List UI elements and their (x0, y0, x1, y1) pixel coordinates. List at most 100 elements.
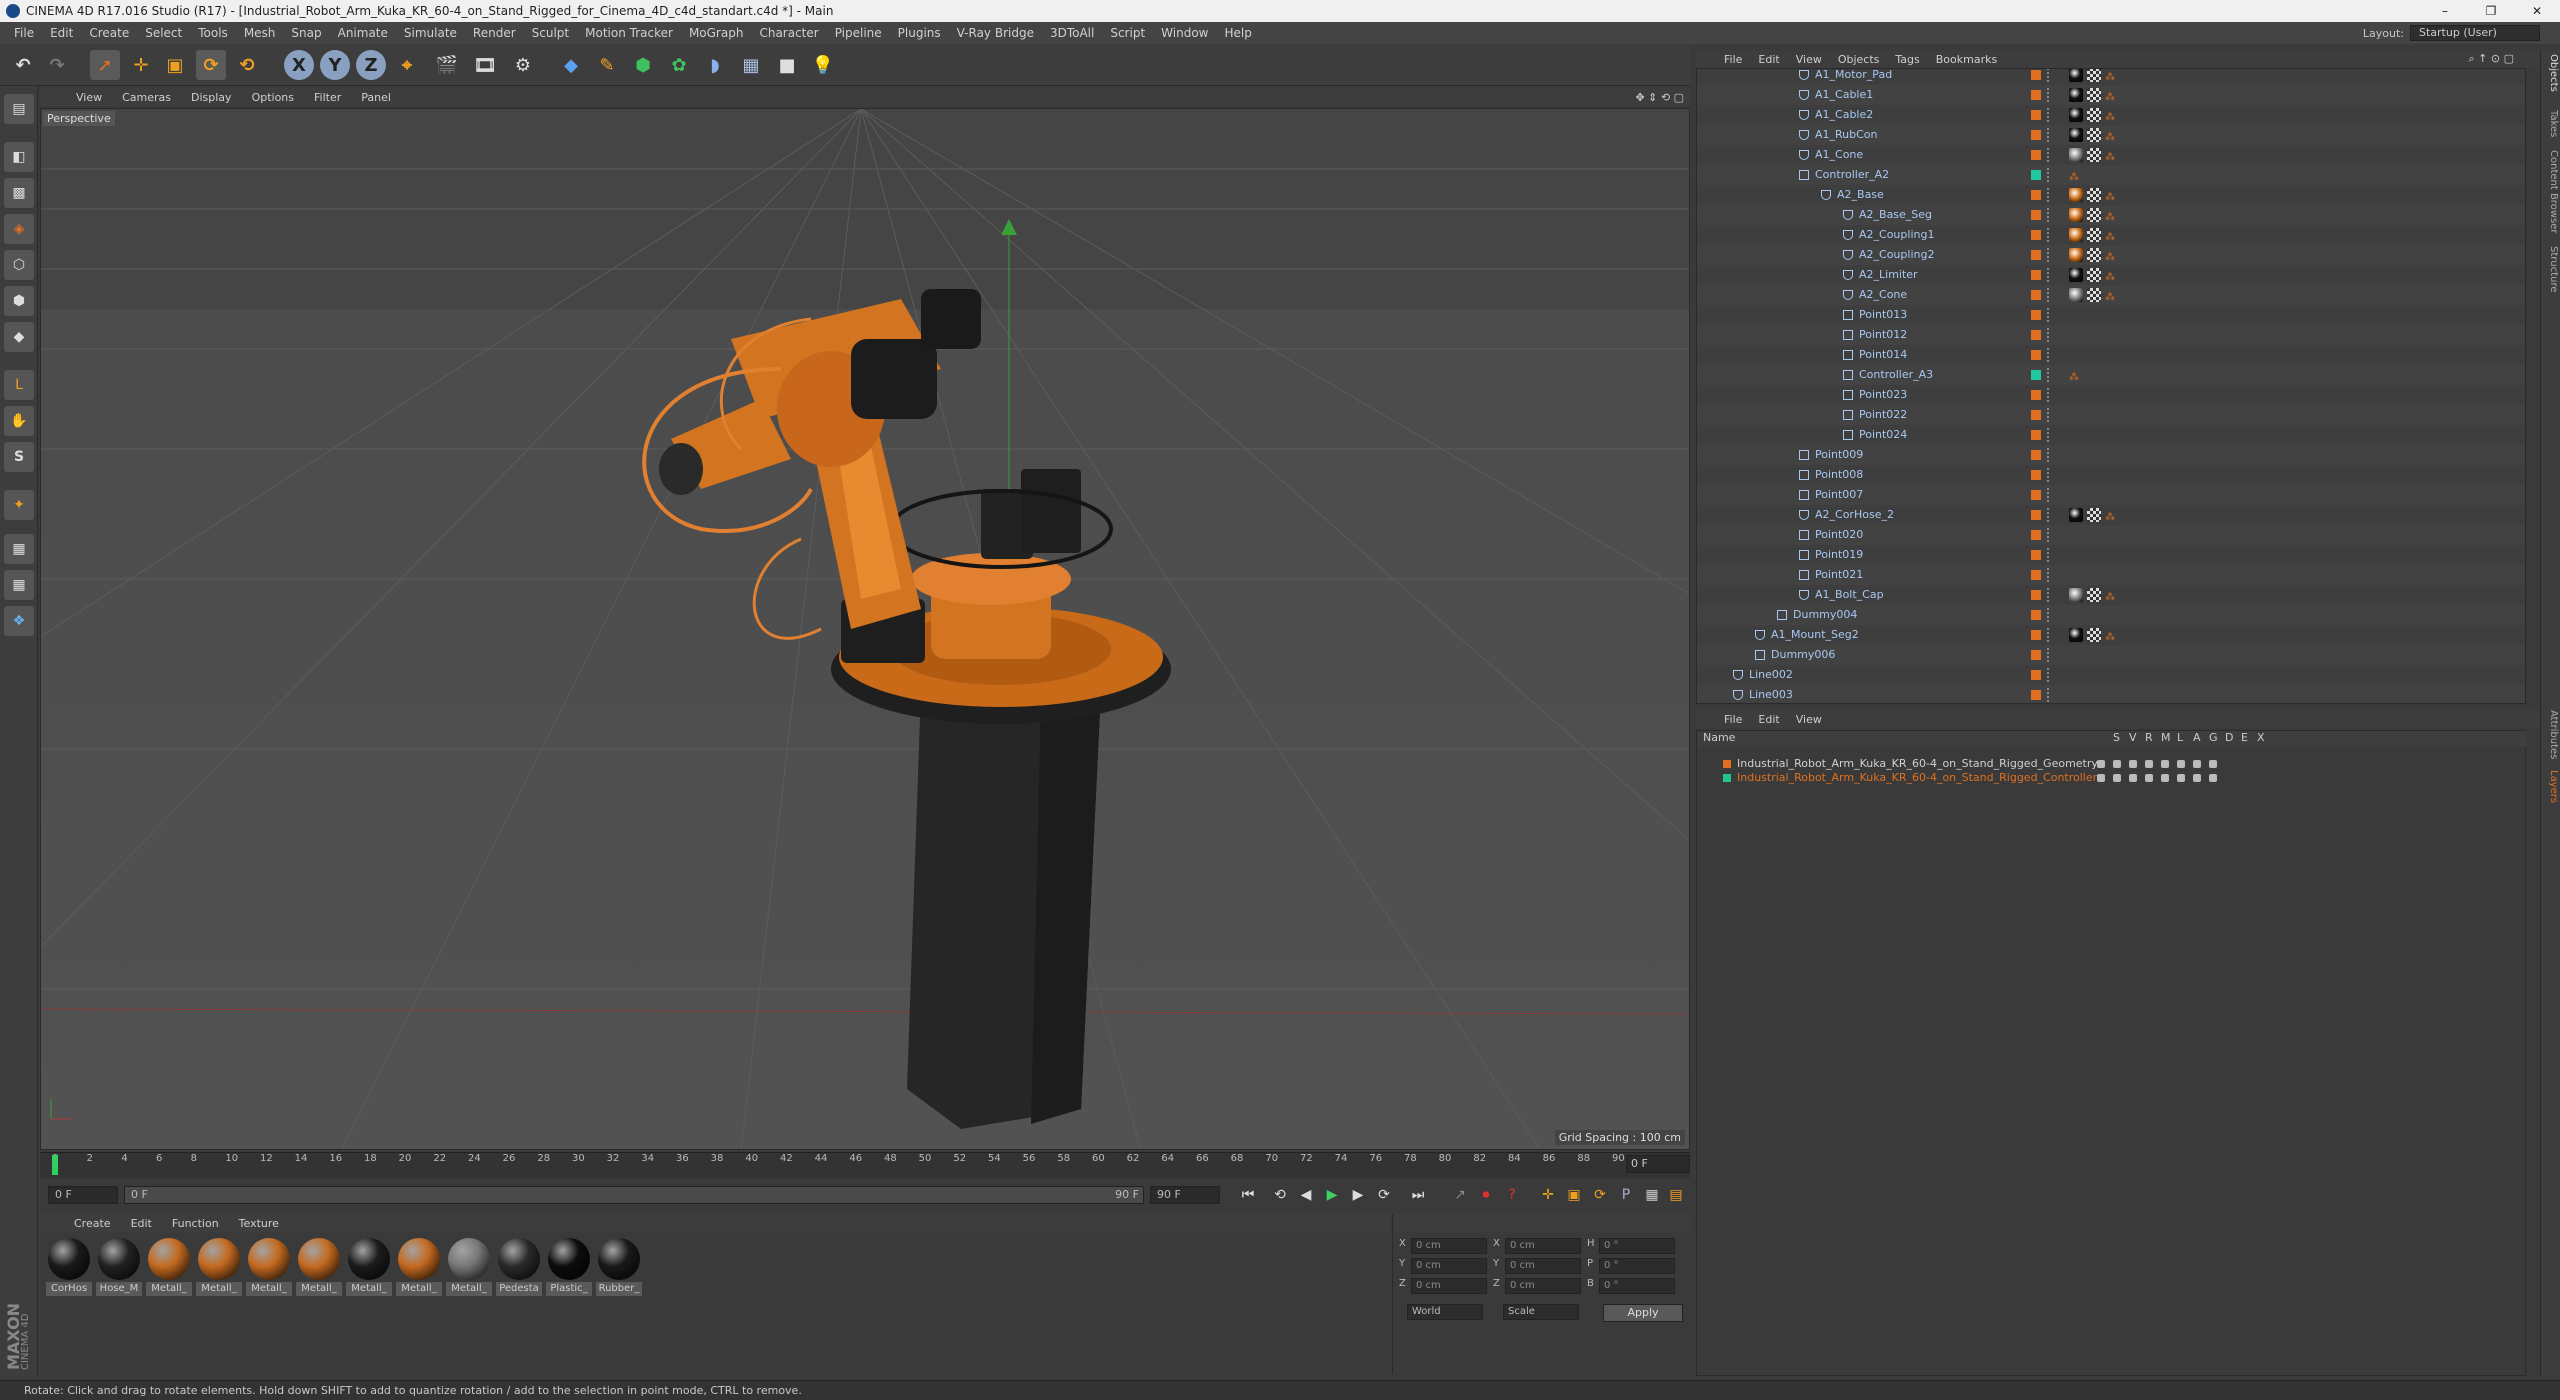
material-swatch[interactable]: Metall_ (346, 1238, 392, 1300)
key-param-icon[interactable]: P (1614, 1184, 1638, 1206)
material-tag-icon[interactable] (2069, 588, 2083, 602)
edges-mode-icon[interactable]: ⬢ (4, 286, 34, 316)
visibility-dots-icon[interactable] (2047, 348, 2053, 362)
uvw-tag-icon[interactable] (2087, 208, 2101, 222)
layer-flag-toggle[interactable] (2177, 760, 2185, 768)
protection-tag-icon[interactable]: ⁂ (2105, 208, 2119, 223)
material-swatch[interactable]: Metall_ (196, 1238, 242, 1300)
visibility-dots-icon[interactable] (2047, 448, 2053, 462)
move-icon[interactable]: ✛ (126, 50, 156, 80)
visibility-dots-icon[interactable] (2047, 568, 2053, 582)
cloner-icon[interactable]: ✿ (664, 50, 694, 80)
menu-pipeline[interactable]: Pipeline (827, 26, 890, 40)
layer-color-chip[interactable] (2031, 590, 2041, 600)
material-tag-icon[interactable] (2069, 288, 2083, 302)
protection-tag-icon[interactable]: ⁂ (2105, 228, 2119, 243)
spline-pen-icon[interactable]: ✎ (592, 50, 622, 80)
viewport-menu-cameras[interactable]: Cameras (112, 91, 181, 104)
play-icon[interactable]: ▶ (1320, 1184, 1344, 1206)
protection-tag-icon[interactable]: ⁂ (2069, 168, 2083, 183)
layer-flag-toggle[interactable] (2113, 774, 2121, 782)
layer-color-chip[interactable] (2031, 570, 2041, 580)
preview-range-slider[interactable]: 0 F 90 F (124, 1186, 1144, 1204)
subdivision-surface-icon[interactable]: ⬢ (628, 50, 658, 80)
perspective-viewport[interactable]: Perspective Grid Spacing : 100 cm (40, 108, 1690, 1150)
visibility-dots-icon[interactable] (2047, 288, 2053, 302)
object-tree-row[interactable]: Dummy004 (1697, 605, 2525, 625)
layer-row[interactable]: Industrial_Robot_Arm_Kuka_KR_60-4_on_Sta… (1697, 757, 2527, 771)
layer-color-chip[interactable] (2031, 310, 2041, 320)
lock-workplane-icon[interactable]: ✦ (4, 490, 34, 520)
x-axis-lock-button[interactable]: X (284, 50, 314, 80)
viewport-nav-icons[interactable]: ✥ ⇕ ⟲ ▢ (1635, 91, 1684, 104)
current-frame-field[interactable]: 0 F (1626, 1155, 1690, 1173)
uvw-tag-icon[interactable] (2087, 268, 2101, 282)
material-tag-icon[interactable] (2069, 88, 2083, 102)
protection-tag-icon[interactable]: ⁂ (2105, 88, 2119, 103)
protection-tag-icon[interactable]: ⁂ (2105, 588, 2119, 603)
layer-flag-toggle[interactable] (2129, 760, 2137, 768)
visibility-dots-icon[interactable] (2047, 468, 2053, 482)
object-tree-row[interactable]: Dummy006 (1697, 645, 2525, 665)
visibility-dots-icon[interactable] (2047, 69, 2053, 82)
layer-flag-toggle[interactable] (2193, 760, 2201, 768)
key-pla-icon[interactable]: ▦ (1640, 1184, 1664, 1206)
material-tag-icon[interactable] (2069, 208, 2083, 222)
visibility-dots-icon[interactable] (2047, 108, 2053, 122)
layer-color-chip[interactable] (2031, 290, 2041, 300)
menu-file[interactable]: File (6, 26, 42, 40)
object-tree-row[interactable]: A2_Coupling1 ⁂ (1697, 225, 2525, 245)
visibility-dots-icon[interactable] (2047, 308, 2053, 322)
layer-flag-toggle[interactable] (2129, 774, 2137, 782)
layer-color-chip[interactable] (1723, 760, 1731, 768)
viewport-menu-display[interactable]: Display (181, 91, 242, 104)
object-tree-row[interactable]: A1_Motor_Pad ⁂ (1697, 69, 2525, 85)
layer-color-chip[interactable] (2031, 90, 2041, 100)
go-to-start-icon[interactable]: ⏮ (1236, 1184, 1260, 1206)
tweak-mode-icon[interactable]: ✋ (4, 406, 34, 436)
layer-color-chip[interactable] (1723, 774, 1731, 782)
uvw-tag-icon[interactable] (2087, 108, 2101, 122)
layer-flag-toggle[interactable] (2161, 760, 2169, 768)
tab-takes[interactable]: Takes (2543, 110, 2559, 137)
material-tag-icon[interactable] (2069, 248, 2083, 262)
key-position-icon[interactable]: ✛ (1536, 1184, 1560, 1206)
uvw-tag-icon[interactable] (2087, 188, 2101, 202)
coordinate-value-field[interactable]: 0 cm (1411, 1278, 1487, 1294)
material-swatch[interactable]: Metall_ (396, 1238, 442, 1300)
protection-tag-icon[interactable]: ⁂ (2105, 508, 2119, 523)
menu-mograph[interactable]: MoGraph (681, 26, 752, 40)
close-button[interactable]: ✕ (2514, 0, 2560, 22)
workplane-mode-icon[interactable]: ◈ (4, 214, 34, 244)
material-tag-icon[interactable] (2069, 228, 2083, 242)
visibility-dots-icon[interactable] (2047, 648, 2053, 662)
maximize-button[interactable]: ❐ (2468, 0, 2514, 22)
visibility-dots-icon[interactable] (2047, 148, 2053, 162)
key-rotation-icon[interactable]: ⟳ (1588, 1184, 1612, 1206)
coordinate-value-field[interactable]: 0 ° (1599, 1278, 1675, 1294)
light-icon[interactable]: 💡 (808, 50, 838, 80)
visibility-dots-icon[interactable] (2047, 88, 2053, 102)
render-picture-viewer-icon[interactable]: 🎞 (470, 50, 500, 80)
protection-tag-icon[interactable]: ⁂ (2105, 268, 2119, 283)
om-menu-objects[interactable]: Objects (1830, 53, 1888, 66)
rotate-icon[interactable]: ⟳ (196, 50, 226, 80)
camera-icon[interactable]: ■ (772, 50, 802, 80)
coordinate-mode-select[interactable]: World (1407, 1304, 1483, 1320)
uvw-tag-icon[interactable] (2087, 88, 2101, 102)
object-tree-row[interactable]: Point008 (1697, 465, 2525, 485)
visibility-dots-icon[interactable] (2047, 588, 2053, 602)
layer-color-chip[interactable] (2031, 410, 2041, 420)
object-tree-row[interactable]: A1_Bolt_Cap ⁂ (1697, 585, 2525, 605)
protection-tag-icon[interactable]: ⁂ (2105, 188, 2119, 203)
menu-simulate[interactable]: Simulate (396, 26, 465, 40)
coordinate-system-icon[interactable]: ⌖ (392, 50, 422, 80)
menu-tools[interactable]: Tools (190, 26, 236, 40)
uvw-tag-icon[interactable] (2087, 628, 2101, 642)
redo-icon[interactable]: ↷ (42, 50, 72, 80)
playhead[interactable] (52, 1155, 58, 1175)
tab-structure[interactable]: Structure (2543, 246, 2559, 293)
object-tree-row[interactable]: Point023 (1697, 385, 2525, 405)
key-scale-icon[interactable]: ▣ (1562, 1184, 1586, 1206)
object-tree-row[interactable]: A2_Coupling2 ⁂ (1697, 245, 2525, 265)
